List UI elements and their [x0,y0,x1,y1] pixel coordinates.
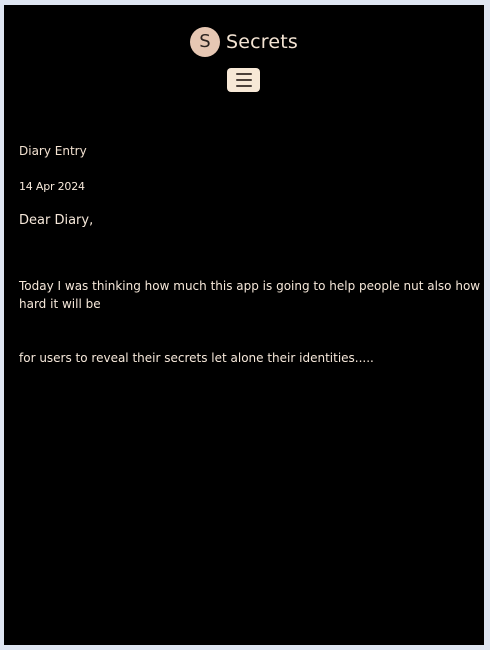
entry-body: Today I was thinking how much this app i… [19,241,484,403]
app-screen: S Secrets Diary Entry 14 Apr 2024 Dear D… [4,5,484,645]
hamburger-icon-line-bottom [235,85,252,87]
entry-date: 14 Apr 2024 [19,180,85,193]
menu-button[interactable] [227,68,260,92]
brand-name: Secrets [226,31,299,53]
logo-letter: S [199,31,211,52]
logo: S [190,27,220,57]
hamburger-icon-line-middle [235,79,252,81]
diary-entry-title: Diary Entry [19,144,87,158]
entry-body-line-1: Today I was thinking how much this app i… [19,279,484,311]
brand[interactable]: S Secrets [190,27,298,57]
entry-body-line-2: for users to reveal their secrets let al… [19,351,374,365]
entry-greeting: Dear Diary, [19,213,94,228]
hamburger-icon-line-top [235,73,252,75]
